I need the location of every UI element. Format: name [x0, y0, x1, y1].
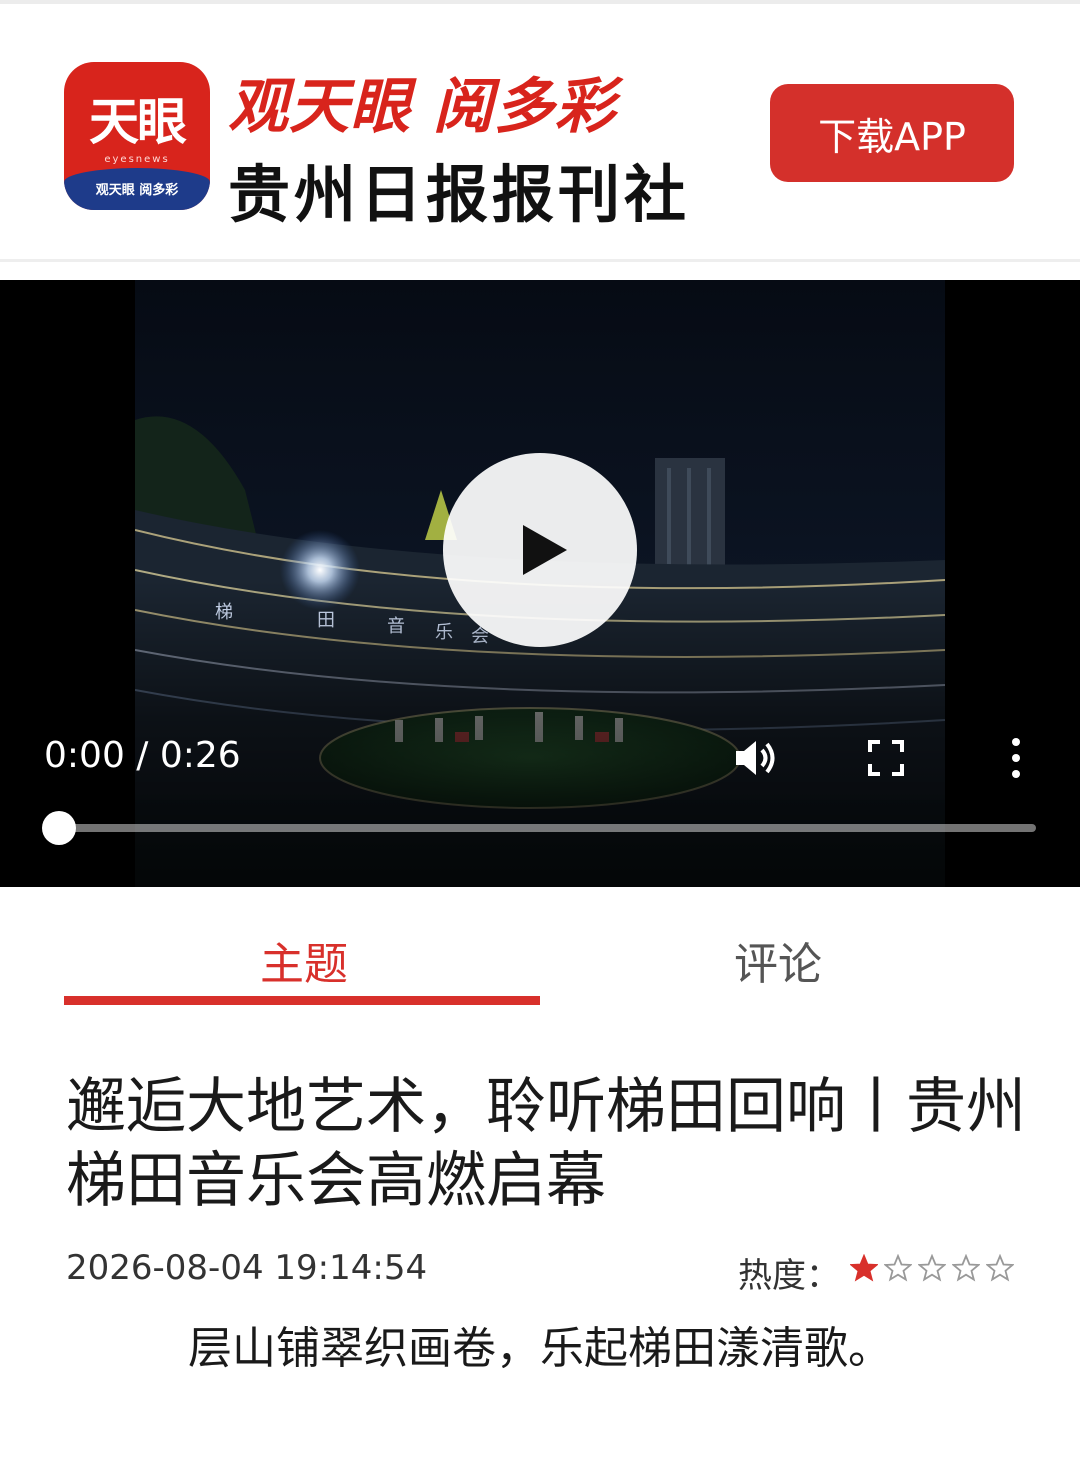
app-logo: 天眼 eyesnews 观天眼 阅多彩 [64, 62, 210, 210]
app-header: 天眼 eyesnews 观天眼 阅多彩 观天眼 阅多彩 贵州日报报刊社 下载AP… [0, 0, 1080, 262]
volume-icon[interactable] [732, 736, 780, 780]
fullscreen-icon[interactable] [866, 738, 906, 778]
article-title: 邂逅大地艺术，聆听梯田回响丨贵州梯田音乐会高燃启幕 [66, 1072, 1026, 1216]
logo-band-text: 观天眼 阅多彩 [95, 183, 179, 198]
active-tab-indicator [64, 996, 540, 1005]
star-icon [850, 1254, 878, 1282]
star-icon [918, 1254, 946, 1282]
brand-slogan: 观天眼 阅多彩 [228, 72, 616, 142]
article-tabs: 主题 评论 [0, 900, 1080, 1010]
video-player[interactable]: 梯 田 音 乐 会 0:00 / 0:26 [0, 280, 1080, 887]
progress-handle[interactable] [42, 811, 76, 845]
article-intro: 层山铺翠织画卷，乐起梯田漾清歌。 [188, 1323, 892, 1374]
heat-label: 热度： [738, 1256, 840, 1296]
logo-text: 天眼 [89, 92, 187, 151]
time-display: 0:00 / 0:26 [44, 735, 241, 776]
brand-org-name: 贵州日报报刊社 [228, 158, 691, 231]
play-button[interactable] [443, 453, 637, 647]
heat-rating-stars [850, 1254, 1020, 1284]
publish-date: 2026-08-04 19:14:54 [66, 1248, 428, 1288]
progress-track[interactable] [60, 824, 1036, 832]
download-app-button[interactable]: 下载APP [770, 84, 1014, 182]
more-vertical-icon[interactable] [1006, 736, 1026, 780]
tab-topic[interactable]: 主题 [260, 928, 348, 992]
star-icon [986, 1254, 1014, 1282]
play-icon [523, 525, 567, 575]
tab-comments[interactable]: 评论 [734, 928, 822, 992]
star-icon [884, 1254, 912, 1282]
star-icon [952, 1254, 980, 1282]
logo-subtext: eyesnews [104, 154, 170, 165]
